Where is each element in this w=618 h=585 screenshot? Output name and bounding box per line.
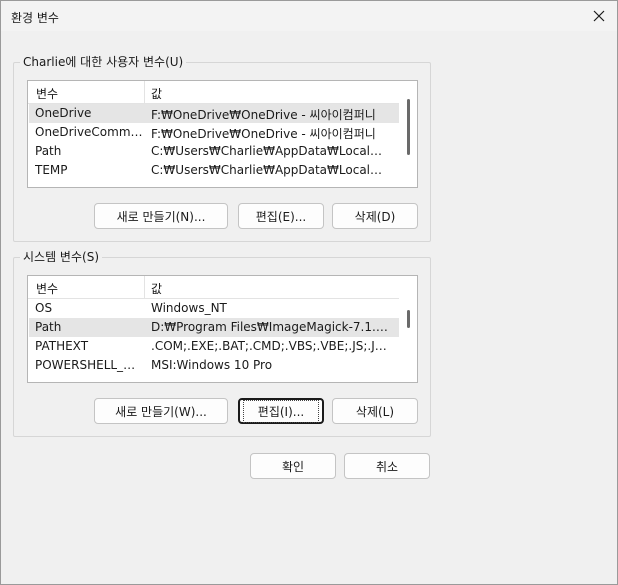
- ok-button-label: 확인: [281, 459, 305, 474]
- user-new-button[interactable]: 새로 만들기(N)...: [94, 203, 228, 229]
- variable-name-cell: TEMP: [35, 163, 68, 177]
- table-row[interactable]: OneDrive F:₩OneDrive₩OneDrive - 씨아이컴퍼니: [29, 104, 399, 123]
- user-variables-label: Charlie에 대한 사용자 변수(U): [20, 55, 187, 69]
- scrollbar-thumb[interactable]: [407, 310, 410, 328]
- close-button[interactable]: [585, 3, 613, 29]
- user-variables-list[interactable]: 변수 값 OneDrive F:₩OneDrive₩OneDrive - 씨아이컴…: [27, 80, 418, 188]
- user-edit-button-label: 편집(E)...: [255, 209, 307, 224]
- system-list-header: 변수 값: [28, 276, 399, 299]
- system-variables-list[interactable]: 변수 값 OS Windows_NT Path D:₩Program Files₩Im…: [27, 275, 418, 383]
- column-header-value[interactable]: 값: [151, 280, 162, 297]
- table-row[interactable]: POWERSHELL_DIS... MSI:Windows 10 Pro: [29, 356, 399, 375]
- system-new-button-label: 새로 만들기(W)...: [115, 404, 207, 419]
- system-new-button[interactable]: 새로 만들기(W)...: [94, 398, 228, 424]
- variable-name-cell: Path: [35, 144, 62, 158]
- table-row[interactable]: Path C:₩Users₩Charlie₩AppData₩Local₩Progr…: [29, 142, 399, 161]
- variable-name-cell: OneDriveCommer...: [35, 125, 143, 139]
- variable-value-cell: C:₩Users₩Charlie₩AppData₩Local₩Temp: [151, 163, 391, 177]
- user-list-scrollbar[interactable]: [399, 81, 417, 187]
- column-header-name[interactable]: 변수: [36, 85, 58, 102]
- user-list-header: 변수 값: [28, 81, 399, 104]
- system-delete-button[interactable]: 삭제(L): [332, 398, 418, 424]
- column-header-value[interactable]: 값: [151, 85, 162, 102]
- user-variables-group: Charlie에 대한 사용자 변수(U) 변수 값 OneDrive F:₩On…: [13, 55, 431, 242]
- title-bar: 환경 변수: [1, 1, 617, 31]
- table-row[interactable]: Path D:₩Program Files₩ImageMagick-7.1.1-Q…: [29, 318, 399, 337]
- system-list-scrollbar[interactable]: [399, 276, 417, 382]
- system-variables-label: 시스템 변수(S): [20, 250, 102, 264]
- dialog-title: 환경 변수: [11, 11, 59, 25]
- variable-value-cell: F:₩OneDrive₩OneDrive - 씨아이컴퍼니: [151, 127, 376, 141]
- variable-name-cell: OneDrive: [35, 106, 92, 120]
- cancel-button[interactable]: 취소: [344, 453, 430, 479]
- system-delete-button-label: 삭제(L): [355, 404, 395, 419]
- variable-value-cell: D:₩Program Files₩ImageMagick-7.1.1-Q1...: [151, 320, 391, 334]
- variable-name-cell: OS: [35, 301, 53, 315]
- variable-value-cell: .COM;.EXE;.BAT;.CMD;.VBS;.VBE;.JS;.JSE;.…: [151, 339, 391, 353]
- variable-value-cell: C:₩Users₩Charlie₩AppData₩Local₩Progra...: [151, 144, 391, 158]
- variable-value-cell: Windows_NT: [151, 301, 227, 315]
- column-header-name[interactable]: 변수: [36, 280, 58, 297]
- system-variables-group: 시스템 변수(S) 변수 값 OS Windows_NT Path D:₩Progra…: [13, 250, 431, 437]
- user-edit-button[interactable]: 편집(E)...: [238, 203, 324, 229]
- variable-name-cell: PATHEXT: [35, 339, 89, 353]
- table-row[interactable]: PATHEXT .COM;.EXE;.BAT;.CMD;.VBS;.VBE;.JS…: [29, 337, 399, 356]
- table-row[interactable]: OS Windows_NT: [29, 299, 399, 318]
- user-delete-button-label: 삭제(D): [354, 209, 396, 224]
- variable-value-cell: F:₩OneDrive₩OneDrive - 씨아이컴퍼니: [151, 108, 376, 122]
- scrollbar-thumb[interactable]: [407, 99, 410, 155]
- system-edit-button[interactable]: 편집(I)...: [238, 398, 324, 424]
- variable-name-cell: POWERSHELL_DIS...: [35, 358, 143, 372]
- variable-name-cell: Path: [35, 320, 62, 334]
- system-edit-button-label: 편집(I)...: [242, 399, 320, 423]
- user-new-button-label: 새로 만들기(N)...: [116, 209, 206, 224]
- table-row[interactable]: OneDriveCommer... F:₩OneDrive₩OneDrive - …: [29, 123, 399, 142]
- close-icon: [593, 10, 605, 22]
- cancel-button-label: 취소: [375, 459, 399, 474]
- environment-variables-dialog: 환경 변수 Charlie에 대한 사용자 변수(U) 변수 값 OneDriv…: [0, 0, 618, 585]
- table-row[interactable]: TEMP C:₩Users₩Charlie₩AppData₩Local₩Temp: [29, 161, 399, 180]
- user-delete-button[interactable]: 삭제(D): [332, 203, 418, 229]
- variable-value-cell: MSI:Windows 10 Pro: [151, 358, 273, 372]
- ok-button[interactable]: 확인: [250, 453, 336, 479]
